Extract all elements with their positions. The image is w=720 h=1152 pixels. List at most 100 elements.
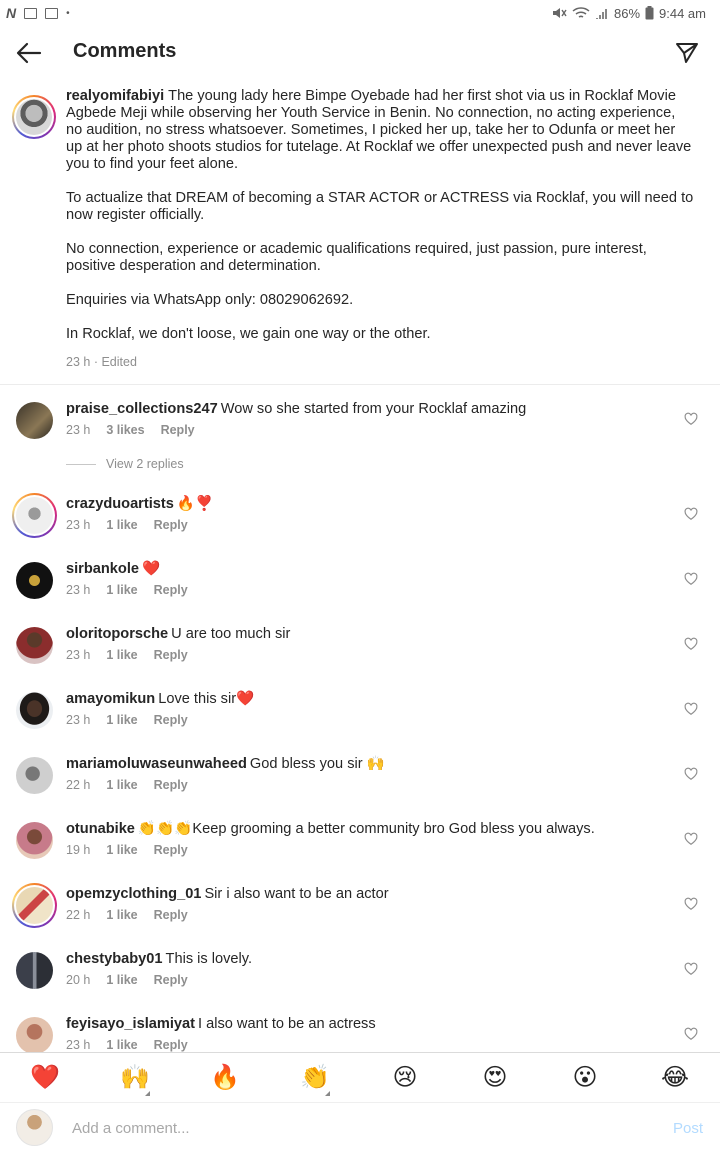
comment-username[interactable]: oloritoporsche <box>66 626 168 642</box>
comment-time: 23 h <box>66 648 91 662</box>
comment-item: otunabike 👏👏👏Keep grooming a better commu… <box>0 820 720 880</box>
emoji-heart-eyes-button[interactable]: 😍 <box>450 1063 540 1092</box>
back-button[interactable] <box>14 38 44 68</box>
comment-username[interactable]: chestybaby01 <box>66 951 163 967</box>
comment-likes[interactable]: 1 like <box>106 518 137 532</box>
comment-input[interactable] <box>72 1113 632 1143</box>
emoji-surprised-button[interactable]: 😮 <box>540 1063 630 1092</box>
reply-button[interactable]: Reply <box>154 583 188 597</box>
comment-likes[interactable]: 1 like <box>106 908 137 922</box>
commenter-avatar[interactable] <box>16 952 53 989</box>
post-button[interactable]: Post <box>673 1120 703 1137</box>
comment-likes[interactable]: 1 like <box>106 843 137 857</box>
caption-text: realyomifabiyi The young lady here Bimpe … <box>66 88 694 343</box>
like-heart-icon[interactable] <box>684 962 698 976</box>
caption-paragraph: Enquiries via WhatsApp only: 08029062692… <box>66 292 354 308</box>
comment-username[interactable]: amayomikun <box>66 691 155 707</box>
comment-text: This is lovely. <box>165 951 253 967</box>
commenter-avatar[interactable] <box>12 883 57 928</box>
like-heart-icon[interactable] <box>684 702 698 716</box>
reply-button[interactable]: Reply <box>154 648 188 662</box>
comment-text: I also want to be an actress <box>198 1016 376 1032</box>
screen-notification-icon <box>45 7 59 19</box>
comment-likes[interactable]: 1 like <box>106 648 137 662</box>
comment-username[interactable]: opemzyclothing_01 <box>66 886 201 902</box>
comment-item: sirbankole ❤️ 23 h 1 like Reply <box>0 560 720 620</box>
comment-composer: Post <box>0 1102 720 1152</box>
commenter-avatar[interactable] <box>16 692 53 729</box>
commenter-avatar[interactable] <box>16 562 53 599</box>
reply-button[interactable]: Reply <box>154 713 188 727</box>
comment-item: amayomikun Love this sir❤️ 23 h 1 like Repl… <box>0 690 720 750</box>
like-heart-icon[interactable] <box>684 412 698 426</box>
like-heart-icon[interactable] <box>684 897 698 911</box>
skin-tone-indicator-icon <box>325 1091 330 1096</box>
comment-username[interactable]: otunabike <box>66 821 135 837</box>
emoji-laughing-button[interactable]: 😂 <box>630 1063 720 1092</box>
comment-likes[interactable]: 1 like <box>106 973 137 987</box>
caption-paragraph: No connection, experience or academic qu… <box>66 241 647 274</box>
comment-likes[interactable]: 1 like <box>106 583 137 597</box>
like-heart-icon[interactable] <box>684 507 698 521</box>
comment-likes[interactable]: 1 like <box>106 713 137 727</box>
comment-likes[interactable]: 1 like <box>106 1038 137 1052</box>
comment-time: 23 h <box>66 518 91 532</box>
commenter-avatar[interactable] <box>16 402 53 439</box>
comment-item: mariamoluwaseunwaheed God bless you sir 🙌… <box>0 755 720 815</box>
wifi-icon <box>572 7 590 18</box>
commenter-avatar[interactable] <box>16 822 53 859</box>
reply-button[interactable]: Reply <box>154 518 188 532</box>
view-replies-button[interactable]: View 2 replies <box>66 457 184 471</box>
comment-item: opemzyclothing_01 Sir i also want to be a… <box>0 883 720 945</box>
comment-text: God bless you sir 🙌 <box>249 756 385 772</box>
comment-username[interactable]: sirbankole <box>66 561 139 577</box>
comments-list[interactable]: praise_collections247 Wow so she started … <box>0 384 720 1052</box>
send-icon <box>676 43 698 63</box>
caption-username[interactable]: realyomifabiyi <box>66 88 164 104</box>
signal-icon <box>595 9 607 19</box>
notification-n-icon: N <box>6 5 17 21</box>
comment-time: 19 h <box>66 843 91 857</box>
emoji-heart-button[interactable]: ❤️ <box>0 1063 90 1092</box>
comment-likes[interactable]: 3 likes <box>106 423 144 437</box>
reply-button[interactable]: Reply <box>154 778 188 792</box>
comment-text: 🔥❣️ <box>176 496 214 512</box>
back-arrow-icon <box>16 42 42 64</box>
emoji-clap-button[interactable]: 👏 <box>270 1063 360 1096</box>
comment-likes[interactable]: 1 like <box>106 778 137 792</box>
like-heart-icon[interactable] <box>684 767 698 781</box>
emoji-fire-button[interactable]: 🔥 <box>180 1063 270 1092</box>
comment-username[interactable]: feyisayo_islamiyat <box>66 1016 195 1032</box>
caption-edited: · Edited <box>93 355 137 369</box>
caption-paragraph: To actualize that DREAM of becoming a ST… <box>66 190 694 223</box>
commenter-avatar[interactable] <box>16 757 53 794</box>
comment-username[interactable]: crazyduoartists <box>66 496 174 512</box>
share-button[interactable] <box>672 38 702 68</box>
page-title: Comments <box>73 40 177 62</box>
reply-button[interactable]: Reply <box>154 843 188 857</box>
reply-button[interactable]: Reply <box>154 908 188 922</box>
like-heart-icon[interactable] <box>684 1027 698 1041</box>
reply-button[interactable]: Reply <box>154 973 188 987</box>
skin-tone-indicator-icon <box>145 1091 150 1096</box>
reply-button[interactable]: Reply <box>154 1038 188 1052</box>
comment-username[interactable]: mariamoluwaseunwaheed <box>66 756 247 772</box>
like-heart-icon[interactable] <box>684 637 698 651</box>
clock: 9:44 am <box>659 5 706 21</box>
caption-author-avatar[interactable] <box>12 95 56 139</box>
like-heart-icon[interactable] <box>684 572 698 586</box>
gallery-notification-icon <box>24 7 38 19</box>
commenter-avatar[interactable] <box>16 627 53 664</box>
commenter-avatar[interactable] <box>12 493 57 538</box>
comment-username[interactable]: praise_collections247 <box>66 401 218 417</box>
reply-button[interactable]: Reply <box>161 423 195 437</box>
emoji-raised-hands-button[interactable]: 🙌 <box>90 1063 180 1096</box>
header: Comments <box>0 26 720 80</box>
caption-paragraph: In Rocklaf, we don't loose, we gain one … <box>66 326 431 342</box>
view-replies-line <box>66 463 96 465</box>
view-replies-label: View 2 replies <box>106 457 184 471</box>
like-heart-icon[interactable] <box>684 832 698 846</box>
emoji-crying-button[interactable]: 😢 <box>360 1063 450 1092</box>
comment-item: crazyduoartists 🔥❣️ 23 h 1 like Reply <box>0 493 720 555</box>
commenter-avatar[interactable] <box>16 1017 53 1052</box>
